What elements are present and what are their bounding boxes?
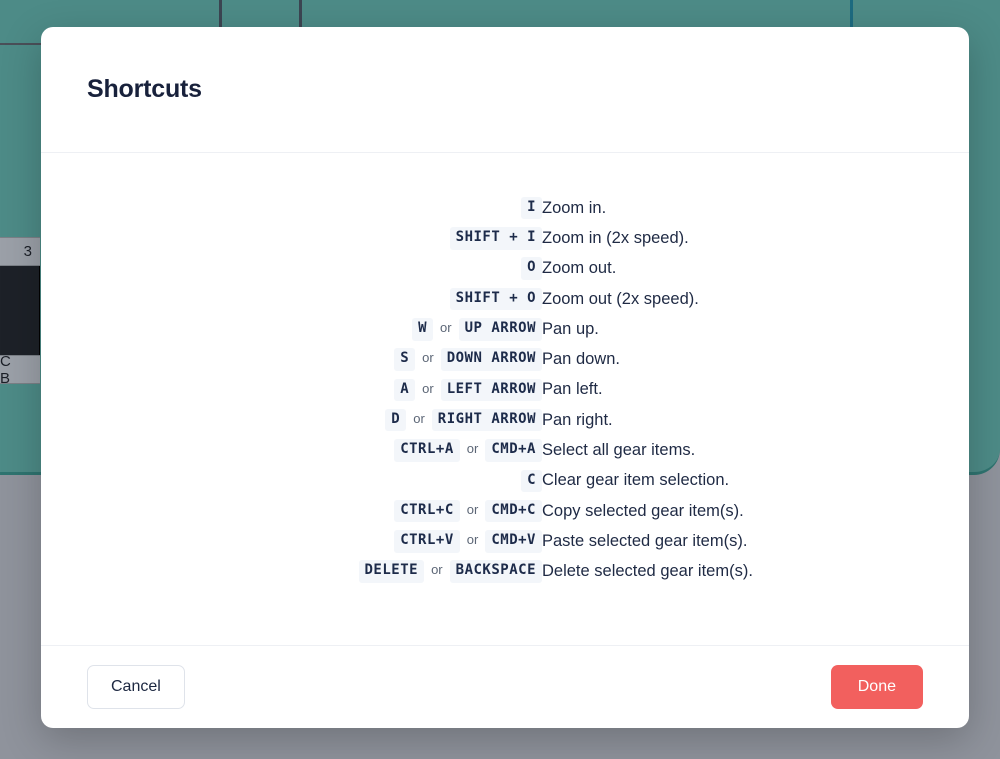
shortcut-row: C Clear gear item selection. (87, 466, 923, 496)
shortcut-key-chip: S (394, 348, 416, 371)
shortcut-key-separator: or (466, 441, 479, 457)
shortcut-key-chip: O (521, 257, 542, 280)
shortcut-row: SHIFT + O Zoom out (2x speed). (87, 284, 923, 314)
shortcut-key-chip: RIGHT ARROW (431, 408, 542, 432)
shortcut-keys: CTRL+V or CMD+V (87, 526, 542, 556)
shortcut-description: Pan right. (542, 410, 613, 429)
shortcuts-table: I Zoom in. SHIFT + I Zoom in (2x speed). O Zo… (87, 193, 923, 587)
shortcut-description: Delete selected gear item(s). (542, 562, 753, 581)
dialog-header: Shortcuts (41, 27, 969, 153)
shortcut-description: Zoom out. (542, 259, 617, 278)
background-vertical-line-2 (299, 0, 302, 27)
shortcut-description: Pan left. (542, 380, 603, 399)
shortcut-row: DELETE or BACKSPACE Delete selected gear it… (87, 557, 923, 587)
shortcut-key-chip: I (521, 196, 542, 220)
shortcut-keys: Aor LEFT ARROW (87, 375, 542, 405)
shortcut-key-chip: CTRL+A (394, 439, 460, 462)
shortcut-keys: SHIFT + O (87, 284, 542, 314)
shortcut-keys: O (87, 254, 542, 284)
shortcut-keys: Sor DOWN ARROW (87, 344, 542, 374)
shortcut-row: SHIFT + I Zoom in (2x speed). (87, 223, 923, 253)
shortcut-key-chip: DELETE (358, 560, 425, 583)
shortcut-row: I Zoom in. (87, 193, 923, 223)
done-button[interactable]: Done (830, 665, 923, 709)
shortcut-key-separator: or (431, 562, 443, 578)
shortcut-key-chip: CMD+V (485, 530, 542, 553)
shortcut-key-chip: W (412, 318, 433, 341)
app-root: 3 C B Shortcuts I Zoom in. SHIFT + I Zoom i… (0, 0, 1000, 759)
shortcut-key-chip: CTRL+C (394, 499, 460, 523)
shortcut-keys: Dor RIGHT ARROW (87, 405, 542, 435)
shortcut-keys: SHIFT + I (87, 223, 542, 253)
shortcut-key-separator: or (422, 350, 434, 366)
shortcut-description: Zoom out (2x speed). (542, 289, 699, 308)
shortcut-description: Paste selected gear item(s). (542, 531, 748, 550)
background-dark-block (0, 266, 40, 355)
shortcut-row: CTRL+C or CMD+C Copy selected gear item(s). (87, 496, 923, 526)
shortcut-keys: CTRL+A or CMD+A (87, 435, 542, 465)
shortcut-row: CTRL+A or CMD+A Select all gear items. (87, 435, 923, 465)
shortcut-key-chip: CMD+C (485, 499, 542, 523)
shortcut-row: CTRL+V or CMD+V Paste selected gear item(s)… (87, 526, 923, 556)
shortcut-keys: I (87, 193, 542, 223)
background-vertical-line-3 (850, 0, 853, 27)
shortcut-key-chip: C (521, 469, 542, 493)
shortcut-key-chip: D (385, 408, 407, 432)
shortcut-key-chip: SHIFT + O (449, 287, 542, 311)
shortcut-description: Copy selected gear item(s). (542, 501, 744, 520)
shortcut-row: Aor LEFT ARROW Pan left. (87, 375, 923, 405)
dialog-body: I Zoom in. SHIFT + I Zoom in (2x speed). O Zo… (41, 153, 969, 645)
shortcut-key-chip: CMD+A (485, 439, 542, 462)
shortcut-key-chip: DOWN ARROW (440, 348, 542, 371)
shortcut-description: Clear gear item selection. (542, 471, 730, 490)
background-panel-label-1: 3 (0, 237, 40, 266)
page-title: Shortcuts (87, 75, 202, 103)
shortcuts-dialog: Shortcuts I Zoom in. SHIFT + I Zoom in (2x … (41, 27, 969, 728)
dialog-footer: Cancel Done (41, 645, 969, 728)
shortcut-row: Dor RIGHT ARROW Pan right. (87, 405, 923, 435)
cancel-button[interactable]: Cancel (87, 665, 185, 709)
shortcut-key-chip: CTRL+V (394, 530, 460, 553)
shortcut-keys: C (87, 466, 542, 496)
shortcut-description: Select all gear items. (542, 441, 696, 460)
shortcut-keys: Wor UP ARROW (87, 314, 542, 344)
shortcut-row: O Zoom out. (87, 254, 923, 284)
background-panel-label-2: C B (0, 353, 40, 387)
shortcut-key-separator: or (413, 410, 425, 426)
shortcut-row: Wor UP ARROW Pan up. (87, 314, 923, 344)
shortcut-description: Zoom in. (542, 198, 607, 217)
shortcut-key-chip: UP ARROW (458, 318, 542, 341)
shortcut-key-separator: or (422, 380, 434, 396)
shortcut-key-chip: BACKSPACE (449, 560, 542, 583)
shortcut-keys: CTRL+C or CMD+C (87, 496, 542, 526)
shortcut-key-separator: or (440, 320, 452, 336)
shortcut-key-chip: A (394, 378, 416, 402)
background-vertical-line-1 (219, 0, 222, 27)
shortcut-description: Pan up. (542, 319, 599, 338)
shortcut-description: Zoom in (2x speed). (542, 228, 689, 247)
shortcut-keys: DELETE or BACKSPACE (87, 557, 542, 587)
shortcut-key-chip: SHIFT + I (449, 227, 542, 250)
shortcut-description: Pan down. (542, 350, 620, 369)
shortcut-row: Sor DOWN ARROW Pan down. (87, 344, 923, 374)
shortcut-key-separator: or (466, 501, 479, 517)
shortcut-key-separator: or (466, 532, 479, 548)
shortcut-key-chip: LEFT ARROW (440, 378, 542, 402)
